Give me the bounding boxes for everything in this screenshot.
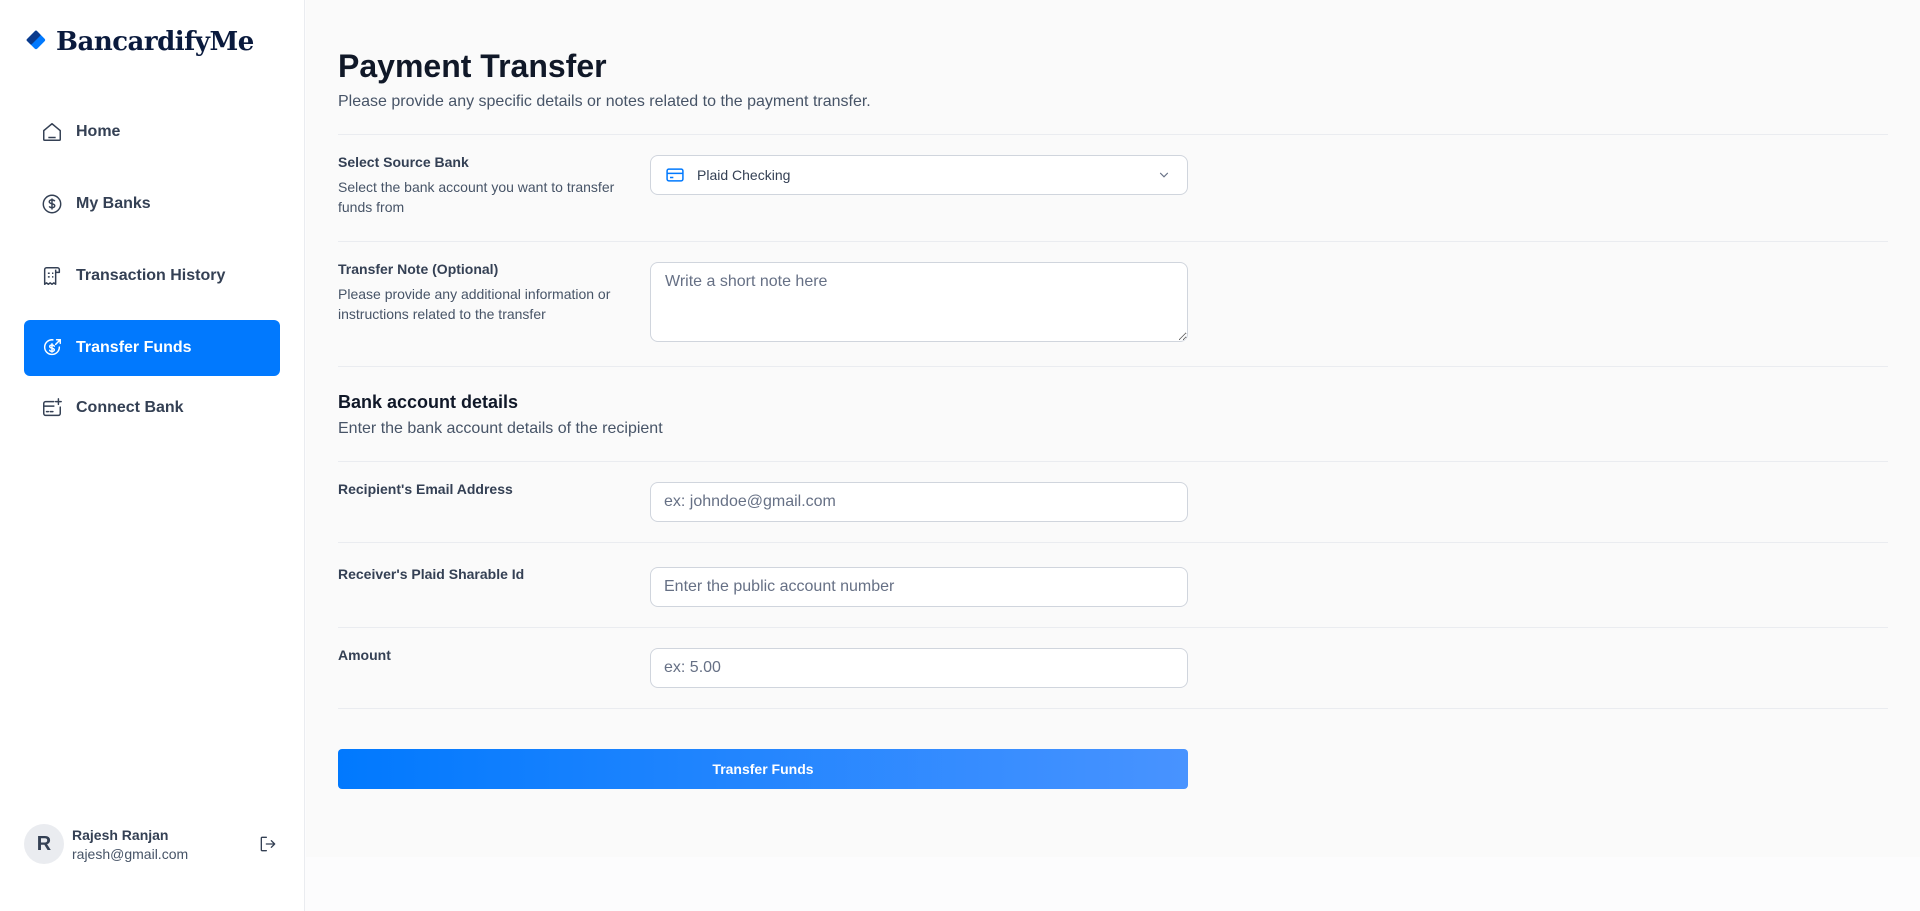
sidebar-item-label: Connect Bank [76, 399, 184, 416]
sidebar-item-home[interactable]: Home [24, 104, 280, 160]
transfer-note-label: Transfer Note (Optional) [338, 261, 499, 277]
divider [338, 134, 1888, 135]
bank-details-subtitle: Enter the bank account details of the re… [338, 420, 663, 437]
card-add-icon [40, 396, 64, 420]
sidebar-item-transaction-history[interactable]: Transaction History [24, 248, 280, 304]
sidebar-item-label: My Banks [76, 195, 151, 212]
app-name: BancardifyMe [56, 27, 254, 57]
sharable-id-label: Receiver's Plaid Sharable Id [338, 566, 525, 582]
transfer-funds-button[interactable]: Transfer Funds [338, 749, 1188, 789]
sharable-id-input[interactable] [650, 567, 1188, 607]
sidebar-item-connect-bank[interactable]: Connect Bank [24, 380, 280, 436]
home-icon [40, 120, 64, 144]
recipient-email-label: Recipient's Email Address [338, 481, 513, 497]
user-profile: R Rajesh Ranjan rajesh@gmail.com [24, 823, 280, 865]
chevron-down-icon [1157, 167, 1173, 183]
page-title: Payment Transfer [338, 48, 607, 84]
source-bank-description: Select the bank account you want to tran… [338, 179, 615, 215]
user-name: Rajesh Ranjan [72, 826, 169, 843]
source-bank-selected: Plaid Checking [697, 167, 791, 183]
user-info: Rajesh Ranjan rajesh@gmail.com [72, 827, 188, 862]
divider [338, 241, 1888, 242]
recipient-email-input[interactable] [650, 482, 1188, 522]
sidebar-item-my-banks[interactable]: My Banks [24, 176, 280, 232]
amount-label: Amount [338, 647, 391, 663]
page-subtitle: Please provide any specific details or n… [338, 93, 871, 110]
transfer-note-textarea[interactable] [650, 262, 1188, 342]
divider [338, 542, 1888, 543]
dollar-circle-icon [40, 192, 64, 216]
receipt-icon [40, 264, 64, 288]
divider [338, 366, 1888, 367]
sidebar-item-label: Home [76, 123, 121, 140]
source-bank-label: Select Source Bank [338, 154, 469, 170]
bank-details-title: Bank account details [338, 392, 519, 412]
money-send-icon [40, 336, 64, 360]
amount-input[interactable] [650, 648, 1188, 688]
avatar[interactable]: R [24, 824, 64, 864]
divider [338, 627, 1888, 628]
source-bank-select[interactable]: Plaid Checking [650, 155, 1188, 195]
divider [338, 708, 1888, 709]
sidebar: BancardifyMe Home My Banks Transaction H… [0, 0, 305, 911]
logo-icon [24, 30, 48, 54]
app-logo[interactable]: BancardifyMe [24, 26, 280, 58]
sidebar-item-label: Transaction History [76, 267, 226, 284]
sidebar-item-label: Transfer Funds [76, 339, 192, 356]
user-email: rajesh@gmail.com [72, 845, 189, 862]
sidebar-item-transfer-funds[interactable]: Transfer Funds [24, 320, 280, 376]
divider [338, 461, 1888, 462]
credit-card-icon [665, 165, 685, 185]
logout-icon[interactable] [256, 832, 280, 856]
sidebar-nav: Home My Banks Transaction History Transf… [24, 104, 280, 436]
transfer-note-description: Please provide any additional informatio… [338, 286, 611, 322]
